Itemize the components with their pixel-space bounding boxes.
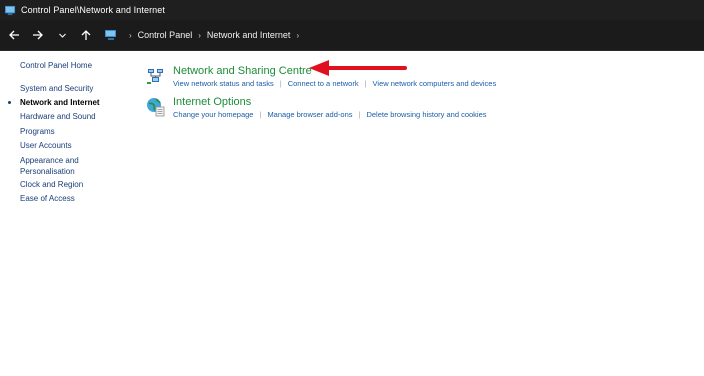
link-divider: | — [259, 110, 262, 119]
sidebar-item-label: Personalisation — [20, 167, 75, 176]
sidebar-item-hardware-sound[interactable]: Hardware and Sound — [20, 111, 96, 122]
network-sharing-title[interactable]: Network and Sharing Centre — [173, 65, 312, 77]
sidebar-item-system-security[interactable]: System and Security — [20, 83, 93, 94]
control-panel-icon — [105, 29, 116, 40]
link-connect-to-network[interactable]: Connect to a network — [288, 79, 359, 88]
sidebar-item-appearance[interactable]: Appearance and Personalisation — [20, 155, 79, 177]
window-title: Control Panel\Network and Internet — [21, 5, 165, 15]
link-view-network-computers[interactable]: View network computers and devices — [373, 79, 497, 88]
sidebar-home-link[interactable]: Control Panel Home — [20, 61, 92, 70]
link-manage-add-ons[interactable]: Manage browser add-ons — [267, 110, 352, 119]
breadcrumb: › Control Panel › Network and Internet › — [105, 29, 305, 41]
annotation-arrow-icon — [309, 60, 407, 76]
link-change-homepage[interactable]: Change your homepage — [173, 110, 253, 119]
sidebar-item-programs[interactable]: Programs — [20, 126, 55, 137]
internet-options-title[interactable]: Internet Options — [173, 96, 251, 108]
title-bar: Control Panel\Network and Internet — [0, 0, 704, 20]
chevron-right-icon[interactable]: › — [296, 31, 299, 40]
sidebar-item-network-internet: Network and Internet — [8, 97, 100, 108]
current-item-bullet — [8, 101, 11, 104]
sidebar-item-ease-of-access[interactable]: Ease of Access — [20, 193, 75, 204]
sidebar-item-clock-region[interactable]: Clock and Region — [20, 179, 83, 190]
network-sharing-links: View network status and tasks | Connect … — [173, 79, 496, 88]
arrow-left-icon — [9, 30, 19, 40]
sidebar-item-label: Appearance and — [20, 156, 79, 165]
link-view-network-status[interactable]: View network status and tasks — [173, 79, 274, 88]
recent-locations-button[interactable] — [51, 24, 73, 46]
internet-options-links: Change your homepage | Manage browser ad… — [173, 110, 487, 119]
link-divider: | — [358, 110, 361, 119]
sidebar-item-user-accounts[interactable]: User Accounts — [20, 140, 72, 151]
sidebar-item-label: Network and Internet — [20, 98, 100, 107]
arrow-right-icon — [33, 30, 43, 40]
chevron-right-icon[interactable]: › — [198, 31, 201, 40]
link-divider: | — [364, 79, 367, 88]
address-bar: › Control Panel › Network and Internet › — [0, 20, 704, 51]
chevron-down-icon — [58, 33, 66, 38]
link-divider: | — [279, 79, 282, 88]
back-button[interactable] — [3, 24, 25, 46]
control-panel-icon — [5, 5, 16, 15]
chevron-right-icon[interactable]: › — [129, 31, 132, 40]
up-button[interactable] — [75, 24, 97, 46]
internet-options-icon[interactable] — [146, 97, 166, 117]
arrow-up-icon — [81, 30, 91, 40]
forward-button[interactable] — [27, 24, 49, 46]
breadcrumb-network-and-internet[interactable]: Network and Internet — [207, 30, 291, 40]
link-delete-browsing-history[interactable]: Delete browsing history and cookies — [366, 110, 486, 119]
network-sharing-icon[interactable] — [146, 66, 166, 86]
breadcrumb-control-panel[interactable]: Control Panel — [138, 30, 193, 40]
